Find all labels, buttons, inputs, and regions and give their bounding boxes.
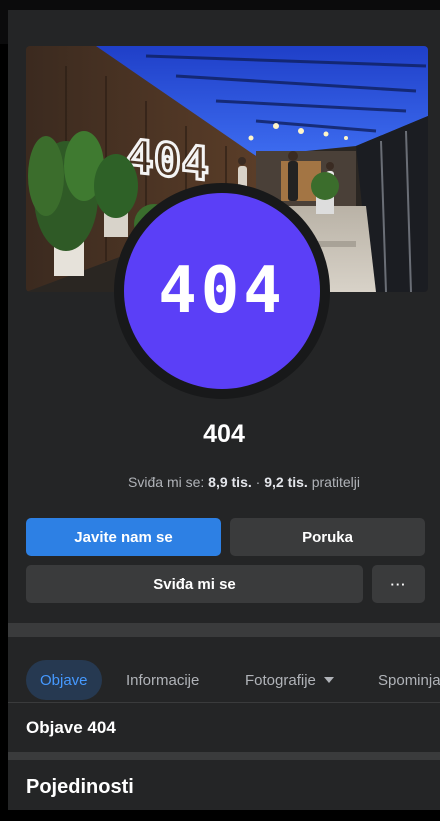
tab-mentions[interactable]: Spominjanja: [378, 660, 440, 700]
details-section-title: Pojedinosti: [26, 776, 134, 798]
message-button[interactable]: Poruka: [230, 518, 425, 556]
avatar-text: 404: [158, 254, 286, 328]
tab-mentions-label: Spominjanja: [378, 671, 440, 689]
section-divider: [8, 752, 440, 760]
neon-sign: 404: [126, 129, 209, 192]
tab-posts-label: Objave: [40, 671, 88, 689]
like-button-label: Sviđa mi se: [153, 575, 236, 593]
followers-label: pratitelji: [311, 474, 360, 490]
followers-count: 9,2 tis.: [264, 474, 308, 490]
stats-separator: ·: [255, 474, 261, 490]
posts-section-title: Objave 404: [26, 718, 116, 737]
page-title: 404: [203, 420, 245, 448]
contact-button[interactable]: Javite nam se: [26, 518, 221, 556]
tab-photos-label: Fotografije: [245, 671, 316, 689]
tab-photos[interactable]: Fotografije: [245, 660, 334, 700]
avatar[interactable]: 404: [124, 193, 320, 389]
chevron-down-icon: [323, 677, 334, 683]
section-divider: [8, 623, 440, 637]
more-options-button[interactable]: ···: [372, 565, 425, 603]
tab-bar: Objave Informacije Fotografije Spominjan…: [8, 650, 440, 700]
tab-about-label: Informacije: [126, 671, 200, 689]
likes-label: Sviđa mi se:: [128, 474, 205, 490]
page-stats: Sviđa mi se: 8,9 tis. · 9,2 tis. pratite…: [8, 474, 440, 490]
tab-posts[interactable]: Objave: [26, 660, 102, 700]
contact-button-label: Javite nam se: [74, 528, 173, 546]
page-screen: 404 404 404 Sviđa mi se: 8,9 tis. · 9,2 …: [8, 10, 440, 810]
tab-about[interactable]: Informacije: [126, 660, 199, 700]
like-button[interactable]: Sviđa mi se: [26, 565, 363, 603]
more-options-icon: ···: [390, 576, 407, 592]
likes-count: 8,9 tis.: [208, 474, 252, 490]
message-button-label: Poruka: [302, 528, 353, 546]
tabs-divider: [8, 702, 440, 703]
